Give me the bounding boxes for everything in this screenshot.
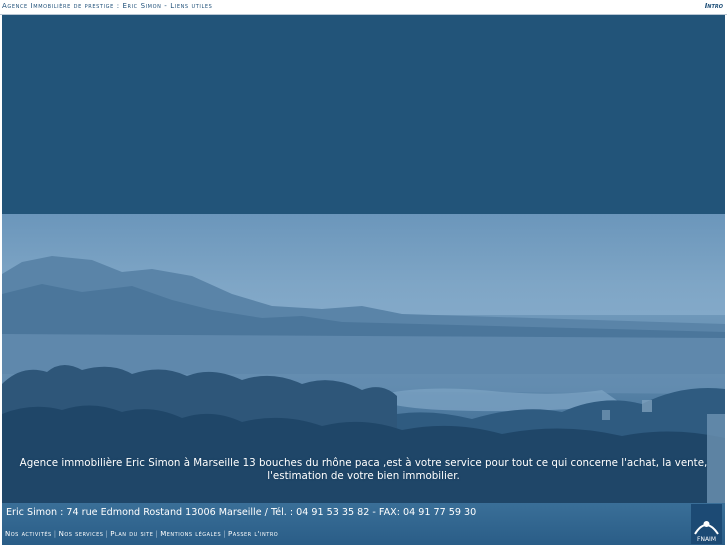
contact-address: Eric Simon : 74 rue Edmond Rostand 13006…	[6, 507, 477, 518]
link-nos-activites[interactable]: Nos activités	[5, 530, 52, 538]
footer-bar: Eric Simon : 74 rue Edmond Rostand 13006…	[2, 503, 725, 545]
hero-caption: Agence immobilière Eric Simon à Marseill…	[19, 457, 708, 482]
fnaim-logo-icon: FNAIM	[694, 521, 719, 543]
top-bar: Agence Immobilière de prestige : Eric Si…	[0, 0, 727, 15]
footer-links: Nos activités | Nos services | Plan du site |…	[5, 530, 278, 538]
fnaim-logo[interactable]: FNAIM	[691, 504, 722, 544]
link-plan-du-site[interactable]: Plan du site	[110, 530, 153, 538]
fnaim-logo-text: FNAIM	[697, 536, 716, 543]
building-small-2	[602, 410, 610, 420]
link-passer-intro[interactable]: Passer l'intro	[228, 530, 278, 538]
intro-link[interactable]: Intro	[705, 2, 723, 10]
sky-panel	[2, 15, 725, 214]
link-separator: |	[223, 530, 226, 538]
hero-banner: Agence immobilière Eric Simon à Marseill…	[2, 15, 725, 503]
link-nos-services[interactable]: Nos services	[59, 530, 104, 538]
link-mentions-legales[interactable]: Mentions légales	[160, 530, 221, 538]
link-separator: |	[53, 530, 57, 538]
building-small	[642, 400, 652, 412]
page-breadcrumb: Agence Immobilière de prestige : Eric Si…	[2, 2, 213, 10]
